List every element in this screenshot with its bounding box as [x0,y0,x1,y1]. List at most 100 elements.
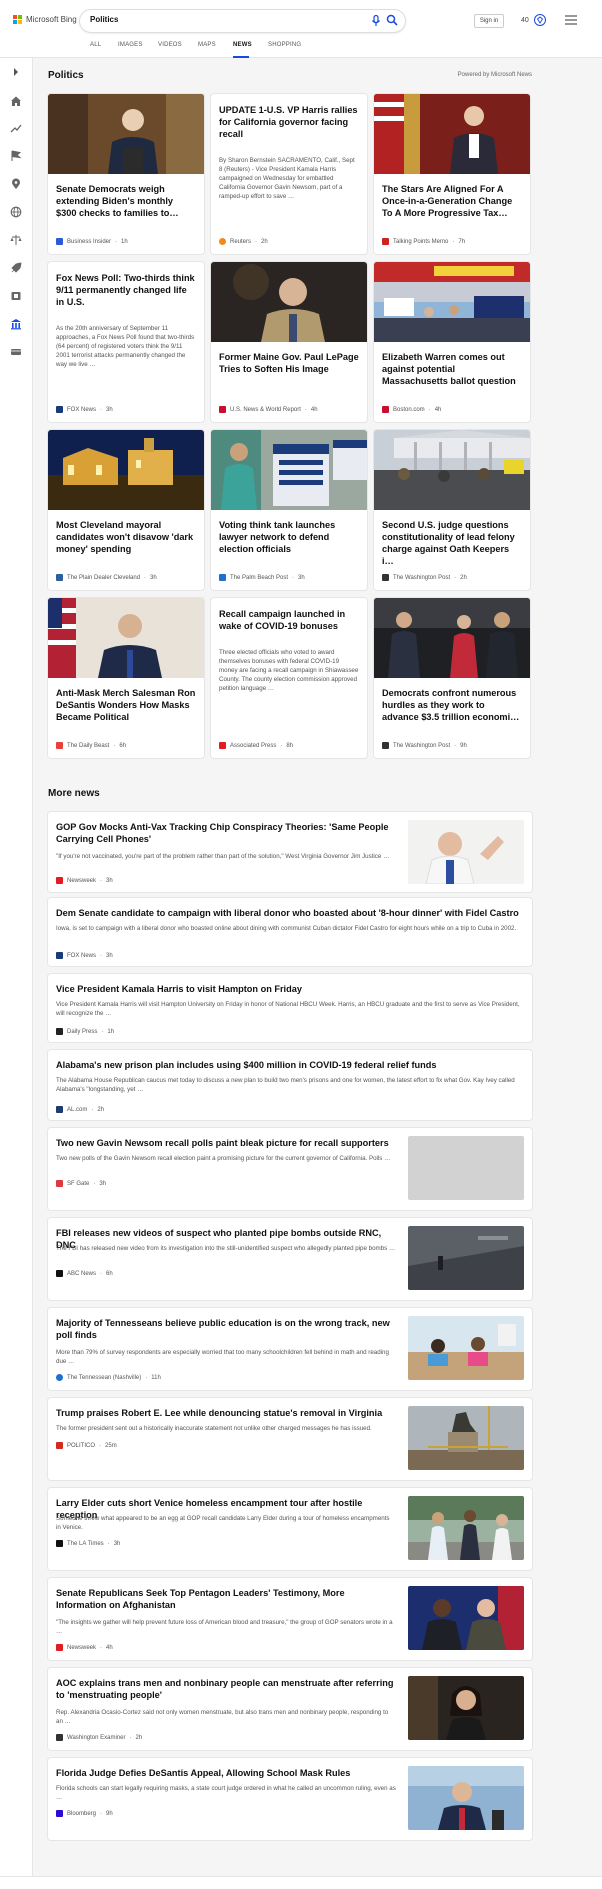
tab-videos[interactable]: VIDEOS [158,42,182,48]
tab-all[interactable]: ALL [90,42,101,48]
news-list-item[interactable]: FBI releases new videos of suspect who p… [48,1218,532,1300]
news-card[interactable]: Elizabeth Warren comes out against poten… [374,262,530,422]
news-list-item[interactable]: Trump praises Robert E. Lee while denoun… [48,1398,532,1480]
rewards-points[interactable]: 40 [521,17,529,24]
item-snippet: "The insights we gather will help preven… [56,1619,393,1635]
news-card[interactable]: Former Maine Gov. Paul LePage Tries to S… [211,262,367,422]
lepage-portrait-photo [211,262,367,342]
news-list-item[interactable]: Florida Judge Defies DeSantis Appeal, Al… [48,1758,532,1840]
item-title[interactable]: Dem Senate candidate to campaign with li… [56,907,526,919]
item-snippet: Iowa, is set to campaign with a liberal … [56,925,517,932]
item-title[interactable]: Majority of Tennesseans believe public e… [56,1317,396,1341]
active-tab-indicator [233,56,249,58]
item-title[interactable]: Vice President Kamala Harris to visit Ha… [56,983,526,995]
card-source: Reuters · 2h [219,238,268,245]
card-source: Talking Points Memo · 7h [382,238,465,245]
item-source: The LA Times · 3h [56,1540,120,1547]
home-icon[interactable] [10,95,22,107]
source-favicon-icon [56,742,63,749]
rocket-icon[interactable] [10,262,22,274]
news-list-item[interactable]: GOP Gov Mocks Anti-Vax Tracking Chip Con… [48,812,532,892]
item-title[interactable]: Two new Gavin Newsom recall polls paint … [56,1137,396,1149]
source-favicon-icon [382,742,389,749]
news-list-item[interactable]: Alabama's new prison plan includes using… [48,1050,532,1120]
card-title[interactable]: Second U.S. judge questions constitution… [382,519,522,567]
tab-shopping[interactable]: SHOPPING [268,42,301,48]
news-list-item[interactable]: AOC explains trans men and nonbinary peo… [48,1668,532,1750]
card-source: The Plain Dealer Cleveland · 3h [56,574,157,581]
card-title[interactable]: Voting think tank launches lawyer networ… [219,519,359,555]
source-favicon-icon [382,574,389,581]
source-favicon-icon [56,238,63,245]
news-list-item[interactable]: Dem Senate candidate to campaign with li… [48,898,532,966]
film-icon[interactable] [10,290,22,302]
rewards-icon[interactable] [533,13,547,27]
microphone-icon[interactable] [371,15,381,27]
search-icon[interactable] [386,14,398,26]
sign-in-button[interactable]: Sign in [474,14,504,28]
card-title[interactable]: Most Cleveland mayoral candidates won't … [56,519,196,555]
news-card[interactable]: Most Cleveland mayoral candidates won't … [48,430,204,590]
item-title[interactable]: Alabama's new prison plan includes using… [56,1059,526,1071]
statue-removal-photo [408,1406,524,1470]
biden-podium-photo [48,94,204,174]
news-card[interactable]: Senate Democrats weigh extending Biden's… [48,94,204,254]
card-title[interactable]: The Stars Are Aligned For A Once-in-a-Ge… [382,183,522,219]
card-title[interactable]: Elizabeth Warren comes out against poten… [382,351,522,387]
tab-news[interactable]: NEWS [233,42,252,48]
item-source: SF Gate · 3h [56,1180,106,1187]
globe-icon[interactable] [10,206,22,218]
news-card[interactable]: Recall campaign launched in wake of COVI… [211,598,367,758]
section-title-politics: Politics [48,70,84,81]
card-title[interactable]: Fox News Poll: Two-thirds think 9/11 per… [56,272,196,308]
card-source: Business Insider · 1h [56,238,128,245]
item-source: POLITICO · 25m [56,1442,117,1449]
trending-icon[interactable] [10,122,22,134]
news-list-item[interactable]: Majority of Tennesseans believe public e… [48,1308,532,1390]
scales-icon[interactable] [10,234,22,246]
news-card[interactable]: UPDATE 1-U.S. VP Harris rallies for Cali… [211,94,367,254]
news-list-item[interactable]: Two new Gavin Newsom recall polls paint … [48,1128,532,1210]
ballot-dropbox-photo [211,430,367,510]
card-title[interactable]: UPDATE 1-U.S. VP Harris rallies for Cali… [219,104,359,140]
card-title[interactable]: Senate Democrats weigh extending Biden's… [56,183,196,219]
news-list-item[interactable]: Vice President Kamala Harris to visit Ha… [48,974,532,1042]
item-title[interactable]: Senate Republicans Seek Top Pentagon Lea… [56,1587,396,1611]
item-title[interactable]: Trump praises Robert E. Lee while denoun… [56,1407,396,1419]
item-title[interactable]: AOC explains trans men and nonbinary peo… [56,1677,396,1701]
news-card[interactable]: Anti-Mask Merch Salesman Ron DeSantis Wo… [48,598,204,758]
item-title[interactable]: Florida Judge Defies DeSantis Appeal, Al… [56,1767,396,1779]
news-card[interactable]: Democrats confront numerous hurdles as t… [374,598,530,758]
expand-chevron-icon[interactable] [10,66,22,78]
search-input[interactable]: Politics [90,15,118,24]
tab-maps[interactable]: MAPS [198,42,216,48]
news-list-item[interactable]: Senate Republicans Seek Top Pentagon Lea… [48,1578,532,1660]
card-title[interactable]: Democrats confront numerous hurdles as t… [382,687,522,723]
item-snippet: The former president sent out a historic… [56,1425,372,1432]
footer-bar [0,1876,602,1889]
search-box[interactable]: Politics [80,10,405,32]
card-title[interactable]: Former Maine Gov. Paul LePage Tries to S… [219,351,359,375]
card-title[interactable]: Anti-Mask Merch Salesman Ron DeSantis Wo… [56,687,196,723]
bing-logo[interactable]: Microsoft Bing [13,15,77,24]
news-card[interactable]: Fox News Poll: Two-thirds think 9/11 per… [48,262,204,422]
news-card[interactable]: The Stars Are Aligned For A Once-in-a-Ge… [374,94,530,254]
card-title[interactable]: Recall campaign launched in wake of COVI… [219,608,359,632]
news-card[interactable]: Second U.S. judge questions constitution… [374,430,530,590]
location-icon[interactable] [10,178,22,190]
politics-building-icon[interactable] [10,318,22,330]
money-icon[interactable] [10,346,22,358]
card-source: The Daily Beast · 6h [56,742,126,749]
news-card[interactable]: Voting think tank launches lawyer networ… [211,430,367,590]
tab-images[interactable]: IMAGES [118,42,143,48]
item-snippet: Florida schools can start legally requir… [56,1785,396,1801]
item-title[interactable]: GOP Gov Mocks Anti-Vax Tracking Chip Con… [56,821,396,845]
source-favicon-icon [56,952,63,959]
source-favicon-icon [382,406,389,413]
news-list-item[interactable]: Larry Elder cuts short Venice homeless e… [48,1488,532,1570]
flag-icon[interactable] [10,150,22,162]
hamburger-menu-icon[interactable] [565,15,577,25]
item-source: The Tennessean (Nashville) · 11h [56,1374,161,1381]
source-favicon-icon [56,1734,63,1741]
source-favicon-icon [56,1374,63,1381]
